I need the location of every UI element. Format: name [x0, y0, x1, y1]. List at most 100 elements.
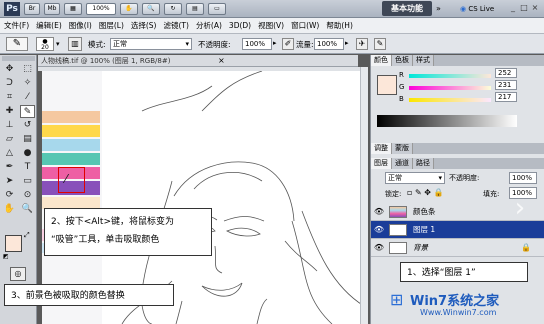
brush-dropdown-icon[interactable]: ▾	[56, 37, 64, 51]
lock-icons[interactable]: ▫ ✎ ✥ 🔒	[407, 188, 443, 197]
hand-tool-icon[interactable]: ✋	[2, 203, 17, 216]
brush-panel-icon: ▥	[71, 39, 79, 48]
view-extras-button[interactable]: ▦	[64, 3, 82, 15]
eye-icon[interactable]: 👁	[373, 221, 385, 239]
menu-file[interactable]: 文件(F)	[4, 20, 29, 31]
layer-row-background[interactable]: 👁 背景 🔒	[371, 239, 544, 257]
menu-image[interactable]: 图像(I)	[69, 20, 92, 31]
tab-channels[interactable]: 通道	[392, 158, 413, 169]
zoom-level[interactable]: 100%	[86, 3, 116, 15]
b-slider[interactable]	[409, 98, 491, 102]
pen-tool-icon[interactable]: ✒	[2, 161, 17, 174]
dodge-tool-icon[interactable]: ●	[20, 147, 35, 160]
tool-preset-picker[interactable]: ✎	[6, 37, 28, 51]
blend-mode-select[interactable]: 正常 ▾	[110, 38, 192, 50]
r-slider[interactable]	[409, 74, 491, 78]
brush-tool-icon[interactable]: ✎	[20, 105, 35, 118]
tab-adjustments[interactable]: 调整	[371, 143, 392, 154]
layer-row-layer-1[interactable]: 👁 图层 1	[371, 221, 544, 239]
menu-layer[interactable]: 图层(L)	[99, 20, 124, 31]
eye-icon[interactable]: 👁	[373, 239, 385, 257]
menu-filter[interactable]: 滤镜(T)	[164, 20, 189, 31]
menu-view[interactable]: 视图(V)	[258, 20, 284, 31]
tab-color[interactable]: 颜色	[371, 55, 392, 66]
tool-grid: ✥ ⬚ ᑐ ✧ ⌗ ⁄ ✚ ✎ ⊥ ↺ ▱ ▤ △ ● ✒ T ➤ ▭ ⟳ ⊙ …	[2, 63, 35, 216]
move-tool-icon[interactable]: ✥	[2, 63, 17, 76]
minimize-button[interactable]: _	[508, 2, 518, 14]
b-value[interactable]: 217	[495, 92, 517, 102]
maximize-button[interactable]: □	[519, 2, 529, 14]
tab-styles[interactable]: 样式	[413, 55, 434, 66]
tools-panel-grip[interactable]	[2, 56, 35, 61]
fg-color-chip[interactable]	[377, 75, 397, 95]
path-select-tool-icon[interactable]: ➤	[2, 175, 17, 188]
menu-edit[interactable]: 编辑(E)	[36, 20, 62, 31]
quick-mask-button[interactable]: ◎	[10, 267, 26, 281]
zoom-tool-icon[interactable]: 🔍	[20, 203, 35, 216]
airbrush-toggle[interactable]: ✈	[356, 38, 368, 50]
menu-3d[interactable]: 3D(D)	[229, 21, 251, 30]
shape-tool-icon[interactable]: ▭	[20, 175, 35, 188]
workspace-more-icon[interactable]: »	[436, 3, 448, 15]
g-slider[interactable]	[409, 86, 491, 90]
layer-blend-select[interactable]: 正常 ▾	[385, 172, 445, 184]
default-colors-icon[interactable]: ◩	[3, 253, 9, 260]
document-tab[interactable]: 人物线稿.tif @ 100% (图层 1, RGB/8#) ×	[38, 55, 358, 67]
workspace-essentials-button[interactable]: 基本功能	[382, 1, 432, 16]
3d-camera-tool-icon[interactable]: ⊙	[20, 189, 35, 202]
color-swatch-bar[interactable]	[42, 125, 100, 137]
rotate-view-button[interactable]: ↻	[164, 3, 182, 15]
zoom-tool-button[interactable]: 🔍	[142, 3, 160, 15]
arrange-docs-button[interactable]: ▤	[186, 3, 204, 15]
flow-input[interactable]: 100%	[314, 38, 344, 50]
opacity-input[interactable]: 100%	[242, 38, 272, 50]
lasso-tool-icon[interactable]: ᑐ	[2, 77, 17, 90]
brush-panel-toggle[interactable]: ▥	[68, 37, 82, 51]
foreground-color-swatch[interactable]	[5, 235, 22, 252]
next-arrow-icon[interactable]: ›	[508, 193, 532, 223]
pressure-size-toggle[interactable]: ✎	[374, 38, 386, 50]
menu-window[interactable]: 窗口(W)	[291, 20, 319, 31]
color-swatch-bar[interactable]	[42, 139, 100, 151]
blur-tool-icon[interactable]: △	[2, 147, 17, 160]
eye-icon[interactable]: 👁	[373, 203, 385, 221]
color-swatch-bar[interactable]	[42, 153, 100, 165]
marquee-tool-icon[interactable]: ⬚	[20, 63, 35, 76]
tab-paths[interactable]: 路径	[413, 158, 434, 169]
swap-colors-icon[interactable]: ⤢	[24, 231, 30, 240]
close-button[interactable]: ×	[530, 2, 540, 14]
g-value[interactable]: 231	[495, 80, 517, 90]
tab-layers[interactable]: 图层	[371, 158, 392, 169]
tab-masks[interactable]: 蒙版	[392, 143, 413, 154]
minibridge-button[interactable]: Mb	[44, 3, 60, 15]
bridge-button[interactable]: Br	[24, 3, 40, 15]
r-value[interactable]: 252	[495, 68, 517, 78]
color-swatch-bar[interactable]	[42, 111, 100, 123]
3d-rotate-tool-icon[interactable]: ⟳	[2, 189, 17, 202]
screen-mode-button[interactable]: ▭	[208, 3, 226, 15]
type-tool-icon[interactable]: T	[20, 161, 35, 174]
eyedropper-tool-icon[interactable]: ⁄	[20, 91, 35, 104]
vertical-scrollbar[interactable]	[360, 67, 368, 324]
stamp-tool-icon[interactable]: ⊥	[2, 119, 17, 132]
opacity-dropdown-icon[interactable]: ▸	[273, 39, 277, 47]
layer-opacity-input[interactable]: 100%	[509, 172, 537, 184]
menu-analysis[interactable]: 分析(A)	[196, 20, 222, 31]
history-brush-tool-icon[interactable]: ↺	[20, 119, 35, 132]
pressure-opacity-toggle[interactable]: ✐	[282, 38, 294, 50]
quick-select-tool-icon[interactable]: ✧	[20, 77, 35, 90]
healing-tool-icon[interactable]: ✚	[2, 105, 17, 118]
menu-help[interactable]: 帮助(H)	[326, 20, 353, 31]
tab-swatches[interactable]: 色板	[392, 55, 413, 66]
flow-dropdown-icon[interactable]: ▸	[345, 39, 349, 47]
crop-tool-icon[interactable]: ⌗	[2, 91, 17, 104]
eraser-tool-icon[interactable]: ▱	[2, 133, 17, 146]
menu-select[interactable]: 选择(S)	[131, 20, 157, 31]
document-close-icon[interactable]: ×	[218, 55, 225, 67]
hand-tool-button[interactable]: ✋	[120, 3, 138, 15]
cs-live-button[interactable]: ◉ CS Live	[460, 3, 504, 15]
gradient-tool-icon[interactable]: ▤	[20, 133, 35, 146]
brush-size-picker[interactable]: ● 20	[36, 37, 54, 51]
screen-icon: ▭	[214, 5, 220, 12]
color-ramp[interactable]	[377, 115, 517, 127]
